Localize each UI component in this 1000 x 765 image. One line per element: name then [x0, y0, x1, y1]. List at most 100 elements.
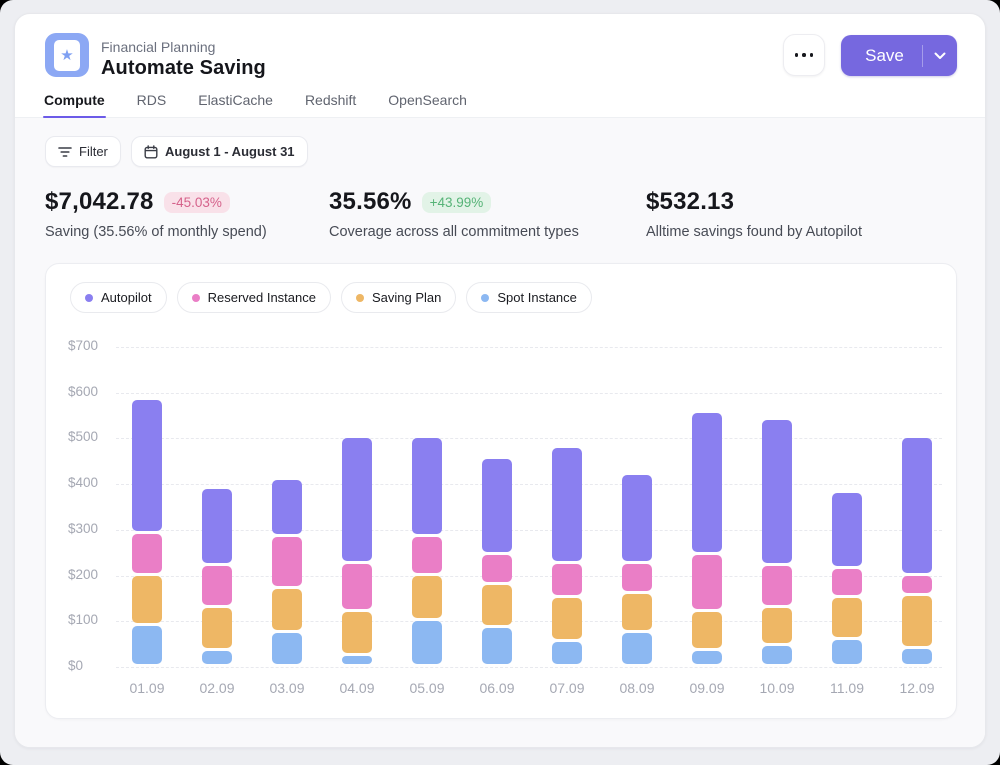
bar-segment-reserved-instance[interactable] [202, 566, 232, 604]
stat-change-badge: +43.99% [422, 192, 492, 213]
gridline [116, 484, 942, 485]
legend-item-autopilot[interactable]: Autopilot [70, 282, 167, 313]
bar-segment-saving-plan[interactable] [412, 576, 442, 619]
y-axis-tick: $700 [68, 338, 98, 353]
gridline [116, 438, 942, 439]
legend-item-spot-instance[interactable]: Spot Instance [466, 282, 592, 313]
x-axis-tick: 03.09 [252, 680, 322, 696]
gridline [116, 347, 942, 348]
tab-compute[interactable]: Compute [43, 90, 106, 117]
x-axis-tick: 08.09 [602, 680, 672, 696]
app-icon: ★ [45, 33, 89, 77]
filter-button-label: Filter [79, 144, 108, 159]
y-axis-tick: $100 [68, 612, 98, 627]
bar-segment-spot-instance[interactable] [132, 626, 162, 664]
x-axis-tick: 10.09 [742, 680, 812, 696]
bar-segment-reserved-instance[interactable] [692, 555, 722, 609]
bar-segment-autopilot[interactable] [762, 420, 792, 563]
bar-segment-saving-plan[interactable] [622, 594, 652, 630]
bar-segment-spot-instance[interactable] [342, 656, 372, 664]
chart-card: Autopilot Reserved Instance Saving Plan Spo… [45, 263, 957, 719]
legend-item-reserved-instance[interactable]: Reserved Instance [177, 282, 331, 313]
tab-redshift[interactable]: Redshift [304, 90, 357, 117]
bar-segment-saving-plan[interactable] [762, 608, 792, 644]
bar-segment-spot-instance[interactable] [202, 651, 232, 664]
bar-segment-saving-plan[interactable] [342, 612, 372, 652]
bar-segment-autopilot[interactable] [552, 448, 582, 562]
tab-rds[interactable]: RDS [136, 90, 168, 117]
bar-segment-spot-instance[interactable] [902, 649, 932, 664]
bar-segment-reserved-instance[interactable] [132, 534, 162, 572]
bar-segment-spot-instance[interactable] [552, 642, 582, 664]
save-split-button[interactable]: Save [841, 35, 957, 76]
bar-segment-reserved-instance[interactable] [622, 564, 652, 591]
breadcrumb-category: Financial Planning [101, 39, 215, 55]
tab-opensearch[interactable]: OpenSearch [387, 90, 468, 117]
bar-segment-autopilot[interactable] [132, 400, 162, 532]
gridline [116, 621, 942, 622]
bar-segment-saving-plan[interactable] [482, 585, 512, 625]
bar-segment-saving-plan[interactable] [272, 589, 302, 629]
bar-segment-spot-instance[interactable] [762, 646, 792, 664]
bar-segment-reserved-instance[interactable] [762, 566, 792, 604]
stat-value: $7,042.78 [45, 188, 154, 216]
date-range-label: August 1 - August 31 [165, 144, 295, 159]
bar-segment-reserved-instance[interactable] [272, 537, 302, 587]
date-range-button[interactable]: August 1 - August 31 [131, 136, 308, 167]
bar-segment-reserved-instance[interactable] [342, 564, 372, 609]
bar-segment-saving-plan[interactable] [692, 612, 722, 648]
legend-label: Autopilot [101, 290, 152, 305]
y-axis-tick: $600 [68, 384, 98, 399]
bar-segment-spot-instance[interactable] [832, 640, 862, 664]
ellipsis-icon [795, 53, 799, 57]
bar-segment-reserved-instance[interactable] [902, 576, 932, 594]
star-icon: ★ [60, 48, 73, 63]
more-options-button[interactable] [783, 34, 825, 76]
bar-segment-autopilot[interactable] [622, 475, 652, 561]
bar-segment-autopilot[interactable] [412, 438, 442, 533]
bar-segment-spot-instance[interactable] [412, 621, 442, 664]
bar-segment-saving-plan[interactable] [832, 598, 862, 636]
app-window: ★ Financial Planning Automate Saving Sav… [14, 13, 986, 748]
stat-label: Alltime savings found by Autopilot [646, 224, 862, 240]
legend-label: Reserved Instance [208, 290, 316, 305]
bar-segment-spot-instance[interactable] [692, 651, 722, 664]
bar-segment-spot-instance[interactable] [482, 628, 512, 664]
bar-segment-autopilot[interactable] [342, 438, 372, 561]
x-axis-tick: 12.09 [882, 680, 952, 696]
x-axis-tick: 11.09 [812, 680, 882, 696]
y-axis-tick: $500 [68, 429, 98, 444]
legend-dot [85, 294, 93, 302]
bar-segment-reserved-instance[interactable] [552, 564, 582, 595]
page-title: Automate Saving [101, 57, 266, 80]
calendar-icon [144, 145, 158, 159]
bar-segment-reserved-instance[interactable] [412, 537, 442, 573]
bar-segment-autopilot[interactable] [832, 493, 862, 565]
save-button[interactable]: Save [841, 46, 922, 66]
bar-segment-autopilot[interactable] [202, 489, 232, 564]
gridline [116, 576, 942, 577]
bar-segment-autopilot[interactable] [902, 438, 932, 572]
bar-segment-autopilot[interactable] [272, 480, 302, 534]
legend-label: Spot Instance [497, 290, 577, 305]
chevron-down-icon [934, 52, 946, 60]
bar-segment-autopilot[interactable] [482, 459, 512, 552]
bar-segment-saving-plan[interactable] [902, 596, 932, 646]
x-axis-tick: 05.09 [392, 680, 462, 696]
bar-segment-saving-plan[interactable] [132, 576, 162, 623]
filter-button[interactable]: Filter [45, 136, 121, 167]
bar-segment-autopilot[interactable] [692, 413, 722, 552]
bar-segment-spot-instance[interactable] [622, 633, 652, 664]
bar-segment-saving-plan[interactable] [202, 608, 232, 648]
tab-bar: Compute RDS ElastiCache Redshift OpenSearch [15, 90, 985, 118]
bar-segment-spot-instance[interactable] [272, 633, 302, 664]
bar-segment-reserved-instance[interactable] [832, 569, 862, 596]
save-dropdown-button[interactable] [923, 52, 957, 60]
stat-label: Saving (35.56% of monthly spend) [45, 224, 267, 240]
legend-item-saving-plan[interactable]: Saving Plan [341, 282, 456, 313]
x-axis-tick: 02.09 [182, 680, 252, 696]
tab-elasticache[interactable]: ElastiCache [197, 90, 274, 117]
bar-segment-reserved-instance[interactable] [482, 555, 512, 582]
gridline [116, 667, 942, 668]
bar-segment-saving-plan[interactable] [552, 598, 582, 638]
